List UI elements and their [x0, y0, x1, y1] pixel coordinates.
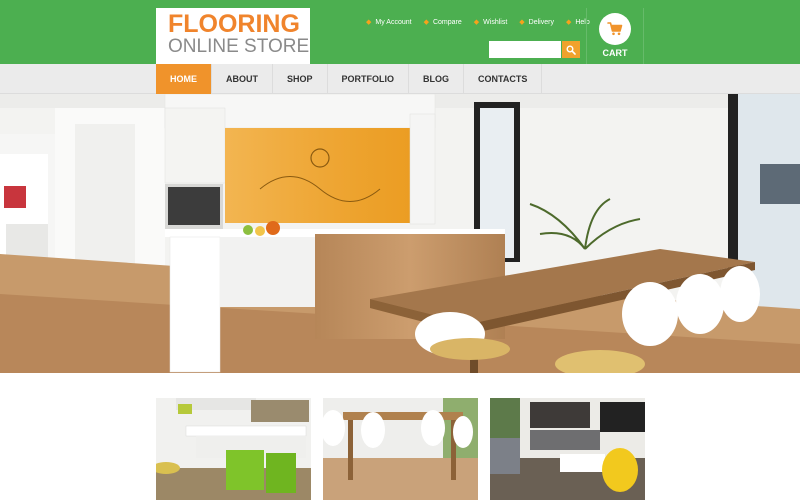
shopping-cart-icon — [607, 22, 623, 36]
bullet-icon: ◆ — [473, 19, 480, 26]
bullet-icon: ◆ — [519, 19, 525, 26]
top-links: ◆ My Account ◆ Compare ◆ Wishlist ◆ Deli… — [366, 16, 602, 28]
compare-label: Compare — [432, 18, 462, 26]
cart-button[interactable]: CART — [586, 8, 644, 64]
hero-image — [0, 94, 800, 373]
wishlist-link[interactable]: ◆ Wishlist — [473, 18, 508, 27]
delivery-link[interactable]: ◆ Delivery — [519, 18, 554, 27]
thumbnail-dining[interactable] — [323, 398, 478, 500]
cart-label: CART — [602, 48, 628, 58]
nav-item-shop[interactable]: SHOP — [273, 64, 328, 94]
nav-item-portfolio[interactable]: PORTFOLIO — [328, 64, 410, 94]
nav-item-blog[interactable]: BLOG — [409, 64, 465, 94]
kitchen-hero-illustration — [0, 94, 800, 373]
nav-menu: HOME ABOUT SHOP PORTFOLIO BLOG CONTACTS — [156, 64, 543, 94]
search-icon — [566, 45, 576, 55]
nav-item-about[interactable]: ABOUT — [212, 64, 273, 94]
delivery-label: Delivery — [528, 18, 554, 26]
bullet-icon: ◆ — [423, 19, 429, 26]
nav-item-contacts[interactable]: CONTACTS — [464, 64, 543, 94]
dining-room-image — [323, 398, 478, 500]
gallery-thumbnails — [0, 398, 800, 500]
compare-link[interactable]: ◆ Compare — [423, 18, 462, 27]
bullet-icon: ◆ — [565, 19, 572, 26]
thumbnail-living-room[interactable] — [490, 398, 645, 500]
logo-title: FLOORING — [168, 10, 300, 38]
logo[interactable]: FLOORING ONLINE STORE — [156, 8, 310, 64]
header-bar: FLOORING ONLINE STORE ◆ My Account ◆ Com… — [0, 0, 800, 64]
kitchen-green-chairs-image — [156, 398, 311, 500]
search-input[interactable] — [489, 41, 561, 58]
cart-icon-circle — [599, 13, 631, 45]
thumbnail-kitchen[interactable] — [156, 398, 311, 500]
wishlist-label: Wishlist — [483, 18, 508, 26]
logo-subtitle: ONLINE STORE — [168, 36, 310, 57]
living-room-image — [490, 398, 645, 500]
search-button[interactable] — [562, 41, 580, 58]
nav-item-home[interactable]: HOME — [156, 64, 212, 94]
my-account-link[interactable]: ◆ My Account — [366, 18, 412, 27]
main-navigation: HOME ABOUT SHOP PORTFOLIO BLOG CONTACTS — [0, 64, 800, 94]
my-account-label: My Account — [375, 18, 412, 26]
bullet-icon: ◆ — [366, 19, 372, 26]
